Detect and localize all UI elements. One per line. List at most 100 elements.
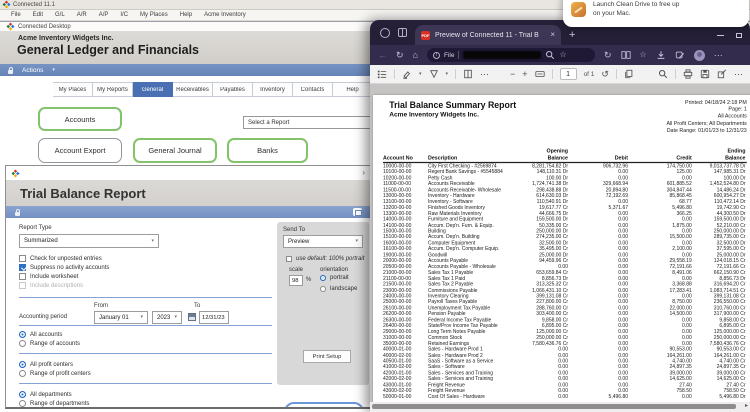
radio-option[interactable]: Range of accounts (19, 340, 80, 347)
period-month-select[interactable]: January 01 ▾ (94, 311, 148, 324)
use-default-checkbox[interactable]: use default: 100% portrait (286, 256, 364, 262)
search-icon[interactable] (658, 69, 668, 79)
profile-avatar[interactable] (693, 49, 705, 61)
radio-icon[interactable] (19, 331, 26, 338)
maximize-icon[interactable] (736, 33, 742, 38)
calendar-icon[interactable] (188, 313, 196, 321)
tab[interactable]: Contacts (293, 82, 333, 97)
radio-option[interactable]: landscape (320, 286, 357, 292)
back-icon[interactable]: ← (378, 50, 387, 60)
tab[interactable]: My Reports (93, 82, 133, 97)
chevron-down-icon[interactable]: ▾ (419, 71, 422, 77)
menu-item[interactable]: Help (174, 12, 198, 18)
table-of-contents-icon[interactable] (377, 69, 387, 79)
edit-icon[interactable] (717, 69, 727, 79)
more-options-icon[interactable]: ⋯ (734, 69, 743, 79)
pdf-viewer[interactable]: Trial Balance Summary Report Acme Invent… (370, 84, 750, 402)
info-icon[interactable]: i (432, 51, 440, 59)
option-checkbox[interactable]: Suppress no activity accounts (19, 264, 109, 271)
select-a-report-dropdown[interactable]: Select a Report (243, 116, 372, 129)
zoom-out-button[interactable]: − (510, 69, 515, 79)
option-checkbox[interactable]: Include worksheet (19, 273, 78, 280)
menu-item[interactable]: A/R (71, 12, 93, 18)
collections-icon[interactable] (675, 50, 685, 60)
radio-icon[interactable] (320, 286, 326, 292)
scale-input[interactable] (289, 275, 303, 286)
radio-icon[interactable] (19, 361, 26, 368)
radio-option[interactable]: Range of departments (19, 400, 89, 407)
tab[interactable]: Payables (213, 82, 253, 97)
favorite-star-icon[interactable]: ☆ (559, 51, 566, 59)
checkbox-icon[interactable] (286, 256, 292, 262)
new-tab-button[interactable]: + (569, 30, 575, 41)
menu-item[interactable]: G/L (49, 12, 71, 18)
checkbox-icon[interactable] (19, 255, 26, 262)
checkbox-icon[interactable] (19, 282, 26, 289)
report-type-select[interactable]: Summarized ▾ (19, 234, 159, 248)
option-checkbox[interactable]: Check for unposted entries (19, 255, 102, 262)
browser-menu-icon[interactable]: ⋯ (714, 50, 723, 60)
scrollbar-thumb[interactable] (372, 403, 736, 409)
horizontal-scrollbar[interactable]: ▸ (370, 402, 750, 410)
radio-icon[interactable] (19, 391, 26, 398)
download-icon[interactable] (656, 50, 666, 60)
period-to-input[interactable] (199, 311, 229, 324)
checkbox-icon[interactable] (19, 264, 26, 271)
radio-icon[interactable] (19, 400, 26, 407)
menu-item[interactable]: A/P (93, 12, 115, 18)
radio-icon[interactable] (19, 340, 26, 347)
accounts-button[interactable]: Accounts (38, 107, 122, 131)
print-setup-button[interactable]: Print Setup (303, 350, 351, 363)
radio-option[interactable]: portrait (320, 275, 349, 281)
favorites-bar-icon[interactable]: ☆ (640, 51, 647, 59)
scroll-right-arrow[interactable]: ▸ (745, 402, 748, 409)
print-icon[interactable] (683, 69, 693, 79)
print-now-button[interactable]: Print Now (284, 402, 364, 407)
close-tab-icon[interactable]: × (550, 31, 555, 39)
actions-menu[interactable]: Actions (22, 67, 43, 74)
radio-option[interactable]: Range of profit centers (19, 370, 91, 377)
menu-item[interactable]: I/C (114, 12, 134, 18)
address-bar[interactable]: i File ☆ (426, 48, 595, 62)
notification-toast[interactable]: Launch Clean Drive to free up on your Ma… (563, 0, 749, 27)
chevron-down-icon[interactable]: ▾ (446, 71, 449, 77)
period-year-select[interactable]: 2023 ▾ (152, 311, 182, 324)
page-view-icon[interactable] (463, 69, 473, 79)
expand-icon[interactable]: › (362, 169, 365, 177)
minimize-icon[interactable] (717, 35, 724, 36)
zoom-in-button[interactable]: + (522, 69, 527, 79)
checkbox-icon[interactable] (19, 273, 26, 280)
send-to-select[interactable]: Preview ▾ (283, 235, 363, 248)
tab[interactable]: Help (333, 82, 373, 97)
tab[interactable]: My Places (53, 82, 93, 97)
window-tool-icon[interactable] (353, 208, 362, 216)
radio-option[interactable]: All profit centers (19, 361, 73, 368)
menu-item[interactable]: Acme Inventory (198, 12, 252, 18)
workspaces-icon[interactable] (398, 28, 407, 37)
more-tools-icon[interactable]: ⋯ (480, 69, 489, 79)
menu-item[interactable]: File (5, 12, 27, 18)
reload-icon[interactable]: ↻ (396, 50, 404, 60)
browser-logo-icon[interactable] (380, 27, 390, 38)
rotate-icon[interactable]: ↺ (601, 69, 609, 79)
radio-icon[interactable] (19, 370, 26, 377)
split-screen-icon[interactable] (620, 50, 631, 60)
tab[interactable]: Inventory (253, 82, 293, 97)
save-icon[interactable] (700, 69, 710, 79)
pen-icon[interactable] (429, 69, 439, 79)
fit-to-width-icon[interactable] (534, 69, 545, 79)
radio-icon[interactable] (320, 275, 326, 281)
banks-button[interactable]: Banks (227, 138, 308, 163)
radio-option[interactable]: All accounts (19, 331, 62, 338)
sync-icon[interactable]: ↻ (604, 50, 612, 60)
home-icon[interactable]: ⌂ (413, 50, 418, 60)
account-export-button[interactable]: Account Export (38, 138, 122, 163)
highlighter-icon[interactable] (402, 69, 412, 79)
search-icon[interactable] (545, 50, 555, 60)
option-checkbox[interactable]: Include descriptions (19, 282, 83, 289)
general-journal-button[interactable]: General Journal (133, 138, 217, 163)
browser-tab[interactable]: PDF Preview of Connected 11 - Trial B × (415, 25, 561, 45)
menu-item[interactable]: Edit (27, 12, 49, 18)
radio-option[interactable]: All departments (19, 391, 72, 398)
page-number-input[interactable] (559, 68, 577, 80)
